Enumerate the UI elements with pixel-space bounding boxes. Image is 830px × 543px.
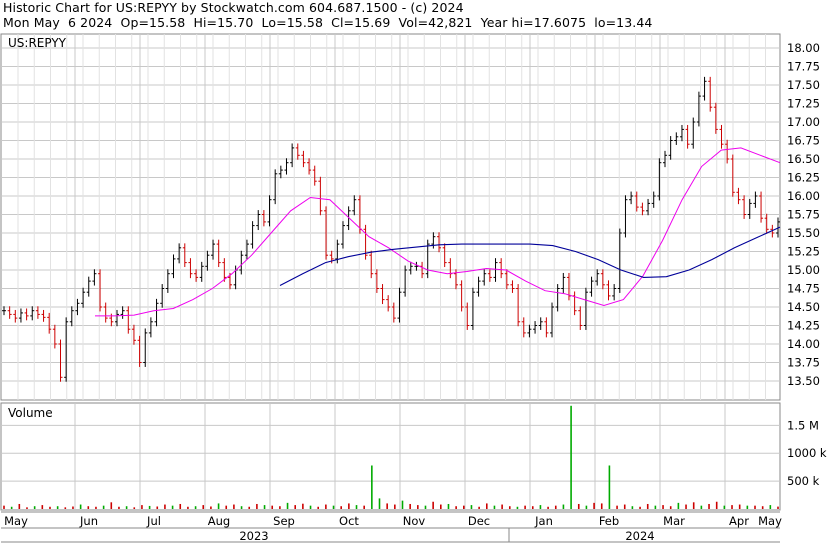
- price-tick-label: 17.00: [787, 115, 820, 129]
- price-tick-label: 16.50: [787, 152, 820, 166]
- volume-panel-label: Volume: [8, 406, 53, 420]
- price-tick-label: 16.75: [787, 134, 820, 148]
- price-tick-label: 13.75: [787, 356, 820, 370]
- price-tick-label: 14.00: [787, 337, 820, 351]
- volume-panel-frame: [0, 402, 781, 511]
- month-tick-label: Mar: [663, 514, 685, 528]
- price-tick-label: 17.25: [787, 97, 820, 111]
- year-label-2023: 2023: [239, 529, 268, 543]
- month-tick-label: Feb: [599, 514, 619, 528]
- year-label-2024: 2024: [625, 529, 654, 543]
- price-tick-label: 14.50: [787, 300, 820, 314]
- price-tick-label: 15.50: [787, 226, 820, 240]
- month-tick-label: May: [4, 514, 28, 528]
- month-tick-label: May: [758, 514, 782, 528]
- volume-tick-label: 1000 k: [787, 446, 827, 460]
- month-tick-label: Dec: [468, 514, 490, 528]
- price-tick-label: 17.50: [787, 78, 820, 92]
- volume-tick-label: 1.5 M: [787, 418, 819, 432]
- price-tick-label: 15.75: [787, 208, 820, 222]
- month-tick-label: Sep: [273, 514, 295, 528]
- price-tick-label: 15.25: [787, 245, 820, 259]
- price-tick-label: 14.75: [787, 282, 820, 296]
- volume-tick-label: 500 k: [787, 474, 820, 488]
- price-tick-label: 14.25: [787, 319, 820, 333]
- month-tick-label: Jul: [146, 514, 161, 528]
- price-tick-label: 15.00: [787, 263, 820, 277]
- month-tick-label: Jun: [79, 514, 98, 528]
- price-tick-label: 18.00: [787, 41, 820, 55]
- price-tick-label: 13.50: [787, 374, 820, 388]
- month-tick-label: Aug: [208, 514, 230, 528]
- month-tick-label: Apr: [729, 514, 749, 528]
- chart-window: Historic Chart for US:REPYY by Stockwatc…: [0, 0, 830, 543]
- stock-chart: 18.00 17.75 17.50 17.25 17.00 16.75 16.50 16.25…: [0, 33, 827, 543]
- price-tick-label: 16.00: [787, 189, 820, 203]
- price-panel-label: US:REPYY: [8, 36, 67, 50]
- month-tick-label: Oct: [339, 514, 359, 528]
- month-tick-label: Nov: [403, 514, 426, 528]
- month-tick-label: Jan: [534, 514, 553, 528]
- price-tick-label: 17.75: [787, 60, 820, 74]
- price-panel-frame: [0, 33, 781, 401]
- price-tick-label: 16.25: [787, 171, 820, 185]
